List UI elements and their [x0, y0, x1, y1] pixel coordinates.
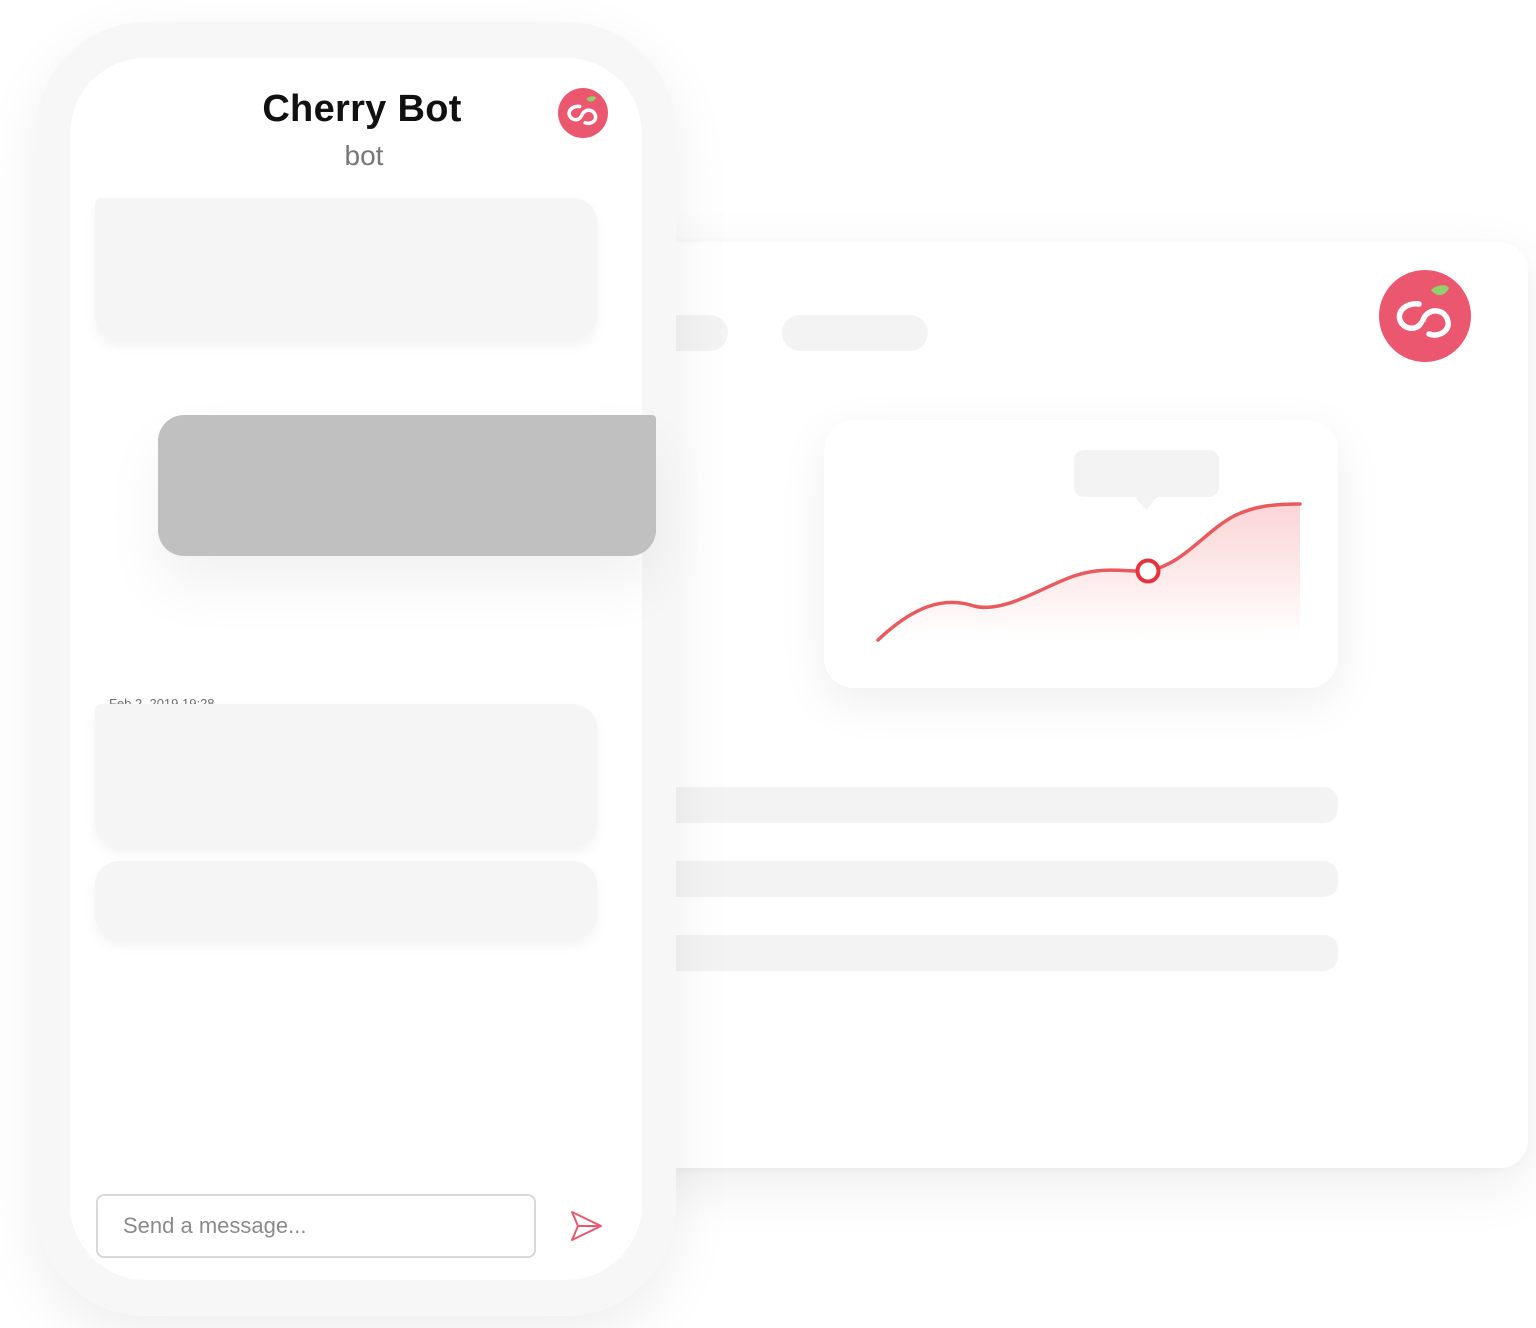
send-button[interactable]: [566, 1206, 606, 1246]
bot-avatar: [558, 88, 608, 138]
chart-tooltip: [1074, 450, 1219, 510]
message-input[interactable]: [96, 1194, 536, 1258]
chart-highlight-point: [1135, 558, 1161, 584]
phone-frame: Cherry Bot bot Feb 2, 2019 19:28: [36, 22, 676, 1316]
chat-subtitle: bot: [344, 140, 384, 171]
line-chart: [876, 450, 1302, 642]
cherry-logo-icon: [567, 96, 598, 126]
dashboard-panel: [560, 242, 1528, 1168]
cherry-logo-icon: [1379, 270, 1471, 362]
dashboard-row-placeholder: [620, 861, 1338, 897]
line-chart-card: [824, 420, 1338, 688]
send-icon: [571, 1211, 602, 1241]
dashboard-tab-placeholder[interactable]: [782, 315, 928, 351]
bot-message-bubble: [95, 704, 597, 846]
bot-message-bubble: [95, 198, 597, 340]
bot-message-bubble: [95, 861, 597, 939]
stage: Cherry Bot bot Feb 2, 2019 19:28: [0, 0, 1536, 1328]
dashboard-row-placeholder: [620, 935, 1338, 971]
chat-screen: Cherry Bot bot Feb 2, 2019 19:28: [70, 58, 642, 1280]
user-message-bubble: [158, 415, 656, 556]
dashboard-row-placeholder: [620, 787, 1338, 823]
